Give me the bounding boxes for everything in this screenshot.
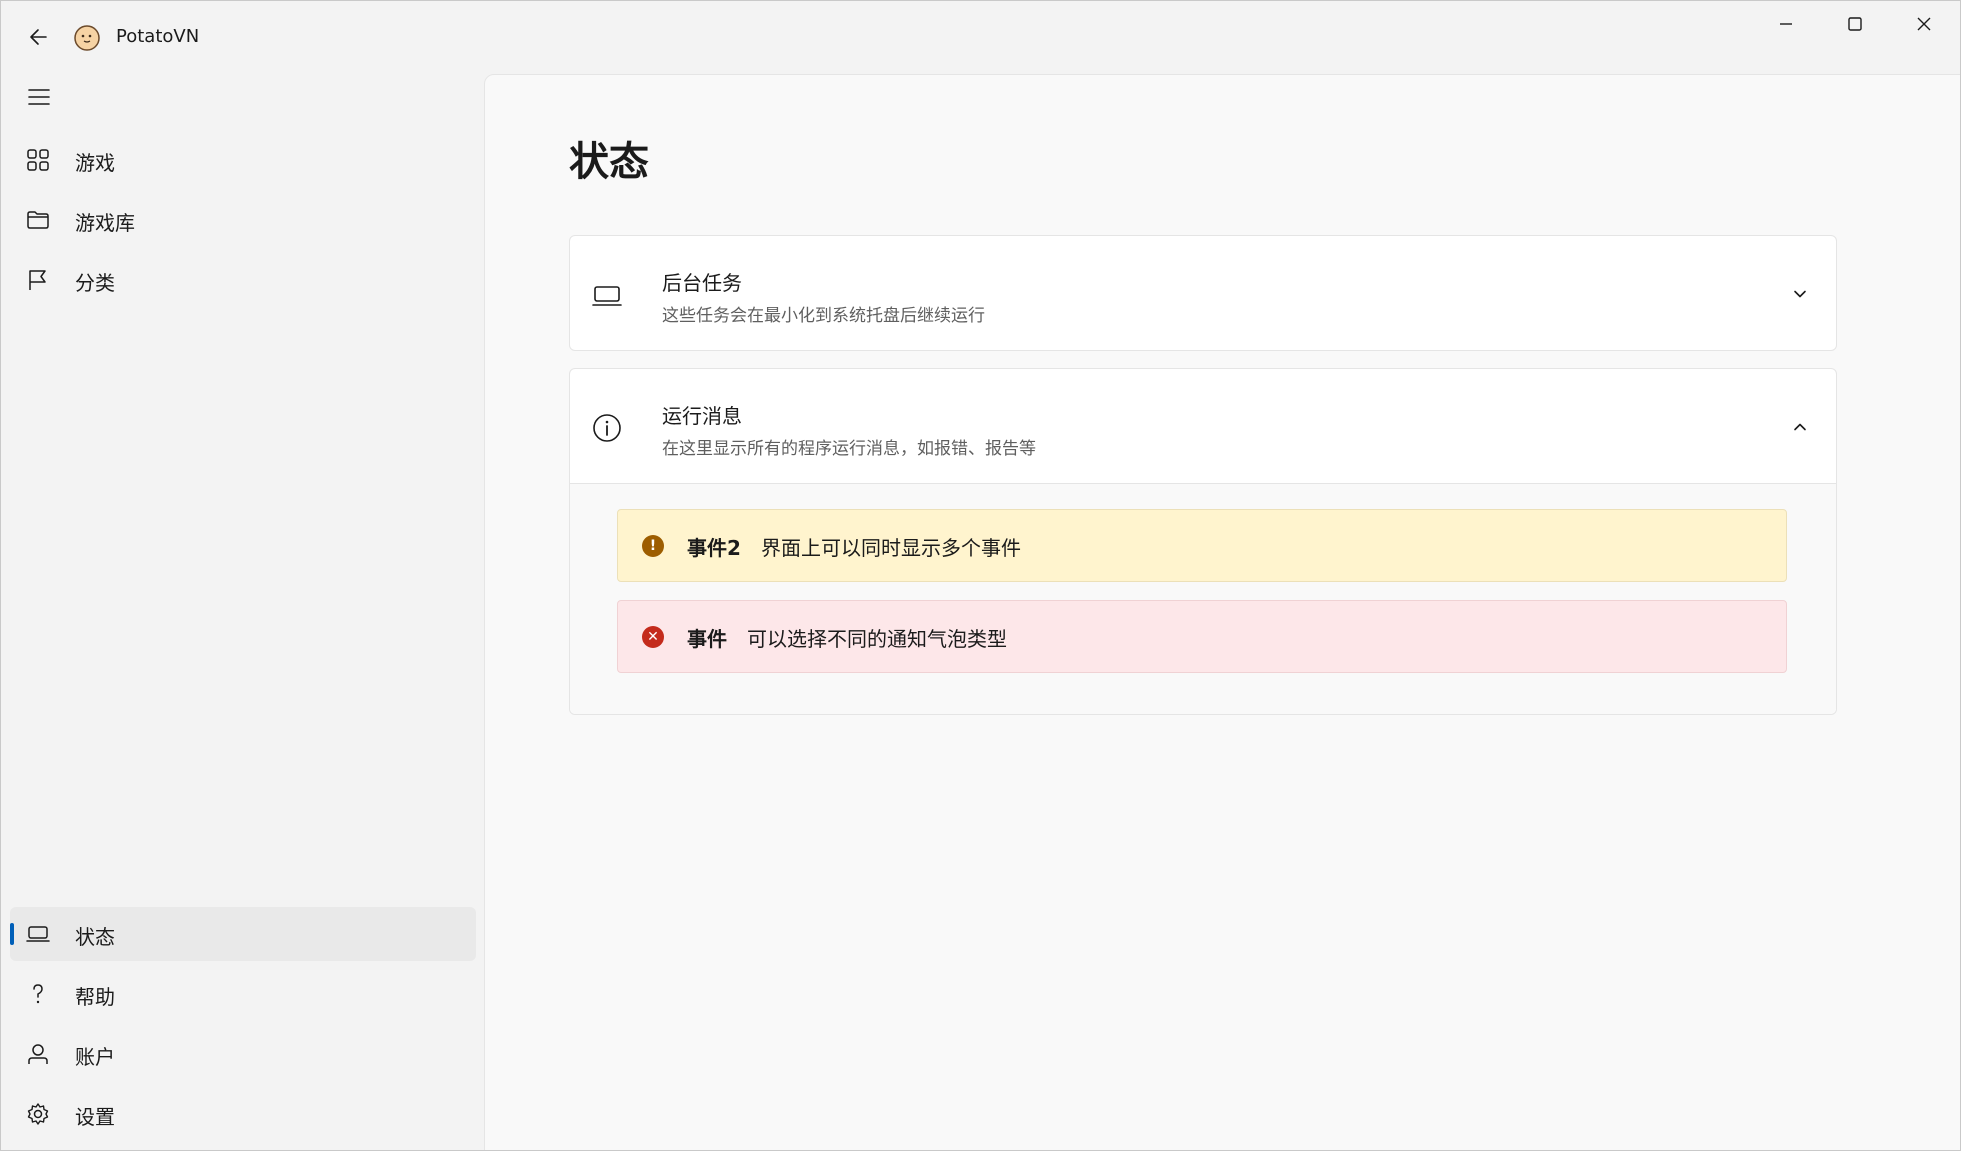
sidebar-item-label: 状态 xyxy=(75,925,115,949)
infobar-message: 可以选择不同的通知气泡类型 xyxy=(747,627,1007,651)
sidebar-item-games[interactable]: 游戏 xyxy=(10,133,476,187)
back-button[interactable] xyxy=(21,19,57,55)
error-infobar: ✕ 事件 可以选择不同的通知气泡类型 xyxy=(617,600,1787,673)
maximize-icon xyxy=(1848,17,1862,31)
gear-icon xyxy=(27,1103,49,1125)
potato-logo-icon xyxy=(74,25,100,51)
run-messages-expander: 运行消息 在这里显示所有的程序运行消息，如报错、报告等 ! 事件2 界面上可以同… xyxy=(569,368,1837,715)
title-bar: PotatoVN xyxy=(1,1,1960,73)
page-title: 状态 xyxy=(569,139,649,185)
sidebar-item-status[interactable]: 状态 xyxy=(10,907,476,961)
sidebar-item-label: 设置 xyxy=(75,1105,115,1129)
selection-indicator xyxy=(10,923,14,945)
content-pane: 状态 后台任务 这些任务会在最小化到系统托盘后继续运行 运行消息 在这里显示所有… xyxy=(484,74,1960,1150)
person-icon xyxy=(28,1044,48,1064)
sidebar-item-settings[interactable]: 设置 xyxy=(10,1087,476,1141)
infobar-message: 界面上可以同时显示多个事件 xyxy=(761,536,1021,560)
expander-title: 运行消息 xyxy=(662,404,742,428)
sidebar-item-label: 账户 xyxy=(75,1045,115,1069)
grid-icon xyxy=(27,149,49,171)
sidebar-item-label: 游戏库 xyxy=(75,211,135,235)
minimize-button[interactable] xyxy=(1752,1,1820,47)
expander-description: 这些任务会在最小化到系统托盘后继续运行 xyxy=(662,306,985,326)
warning-infobar: ! 事件2 界面上可以同时显示多个事件 xyxy=(617,509,1787,582)
sidebar-item-label: 帮助 xyxy=(75,985,115,1009)
background-tasks-expander: 后台任务 这些任务会在最小化到系统托盘后继续运行 xyxy=(569,235,1837,351)
infobar-title: 事件 xyxy=(687,627,727,651)
app-title: PotatoVN xyxy=(116,26,200,47)
laptop-icon xyxy=(592,286,622,306)
chevron-down-icon xyxy=(1794,290,1806,298)
close-icon xyxy=(1917,17,1931,31)
sidebar-item-help[interactable]: 帮助 xyxy=(10,967,476,1021)
infobar-title: 事件2 xyxy=(687,536,741,560)
chevron-up-icon xyxy=(1794,423,1806,431)
sidebar-item-label: 分类 xyxy=(75,271,115,295)
app-window: PotatoVN 游戏 游戏库 分类 状态 帮助 账户 设置 状态 后台任务 这… xyxy=(0,0,1961,1151)
background-tasks-header[interactable]: 后台任务 这些任务会在最小化到系统托盘后继续运行 xyxy=(570,236,1836,350)
sidebar-item-library[interactable]: 游戏库 xyxy=(10,193,476,247)
expander-title: 后台任务 xyxy=(662,271,742,295)
flag-icon xyxy=(29,270,46,290)
close-button[interactable] xyxy=(1890,1,1958,47)
hamburger-icon xyxy=(28,89,50,105)
sidebar-item-category[interactable]: 分类 xyxy=(10,253,476,307)
run-messages-body: ! 事件2 界面上可以同时显示多个事件 ✕ 事件 可以选择不同的通知气泡类型 xyxy=(570,483,1836,714)
run-messages-header[interactable]: 运行消息 在这里显示所有的程序运行消息，如报错、报告等 xyxy=(570,369,1836,483)
warning-icon: ! xyxy=(642,535,664,557)
folder-icon xyxy=(27,211,49,229)
minimize-icon xyxy=(1780,23,1792,25)
error-icon: ✕ xyxy=(642,626,664,648)
back-arrow-icon xyxy=(30,29,47,45)
sidebar-item-label: 游戏 xyxy=(75,151,115,175)
expander-description: 在这里显示所有的程序运行消息，如报错、报告等 xyxy=(662,439,1036,459)
question-icon xyxy=(33,984,43,1004)
info-icon xyxy=(593,414,621,442)
laptop-icon xyxy=(26,926,50,942)
sidebar-item-account[interactable]: 账户 xyxy=(10,1027,476,1081)
maximize-button[interactable] xyxy=(1821,1,1889,47)
hamburger-menu-button[interactable] xyxy=(21,79,57,115)
